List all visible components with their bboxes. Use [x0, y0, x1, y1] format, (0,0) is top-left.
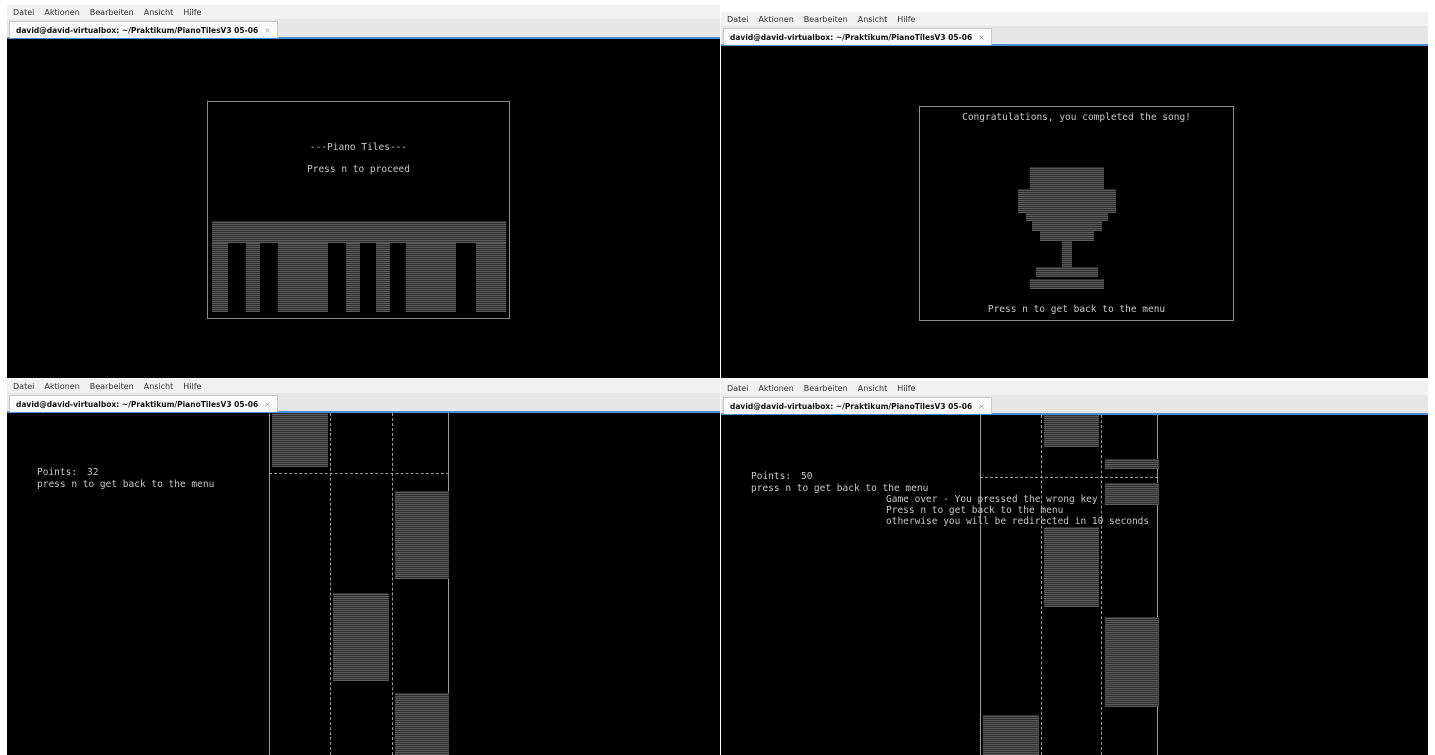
piano-tile: [395, 491, 449, 579]
piano-key: [212, 243, 228, 312]
hit-line: [269, 473, 449, 474]
terminal-area[interactable]: Points: 50 press n to get back to the me…: [721, 415, 1428, 755]
terminal-area[interactable]: ---Piano Tiles--- Press n to proceed: [7, 39, 720, 378]
points-value: 32: [87, 467, 99, 478]
trophy-stem: [1062, 241, 1072, 267]
menu-hint: press n to get back to the menu: [751, 483, 929, 494]
piano-key: [346, 243, 360, 312]
tab-title: david@david-virtualbox: ~/Praktikum/Pian…: [16, 25, 259, 35]
game-over-message: Game over - You pressed the wrong key: [886, 494, 1098, 505]
terminal-tab[interactable]: david@david-virtualbox: ~/Praktikum/Pian…: [723, 28, 992, 45]
menu-hilfe[interactable]: Hilfe: [183, 8, 201, 17]
back-to-menu-prompt: Press n to get back to the menu: [886, 505, 1064, 516]
trophy-cup: [1026, 193, 1108, 221]
menu-bearbeiten[interactable]: Bearbeiten: [90, 8, 134, 17]
proceed-prompt: Press n to proceed: [307, 164, 410, 175]
tab-title: david@david-virtualbox: ~/Praktikum/Pian…: [730, 401, 973, 411]
terminal-tab[interactable]: david@david-virtualbox: ~/Praktikum/Pian…: [723, 397, 992, 414]
terminal-tab[interactable]: david@david-virtualbox: ~/Praktikum/Pian…: [9, 395, 278, 412]
lane-divider: [1101, 415, 1102, 755]
menu-ansicht[interactable]: Ansicht: [858, 15, 888, 24]
menu-bearbeiten[interactable]: Bearbeiten: [804, 15, 848, 24]
piano-tile: [1105, 617, 1159, 707]
trophy-base: [1030, 279, 1104, 289]
game-title: ---Piano Tiles---: [309, 142, 408, 153]
menu-aktionen[interactable]: Aktionen: [44, 382, 79, 391]
piano-key: [406, 243, 456, 312]
piano-tile: [333, 593, 389, 681]
menu-bearbeiten[interactable]: Bearbeiten: [804, 384, 848, 393]
piano-tile: [395, 693, 449, 755]
trophy-handle-left: [1018, 197, 1026, 213]
terminal-tab[interactable]: david@david-virtualbox: ~/Praktikum/Pian…: [9, 21, 278, 38]
piano-tile: [272, 413, 328, 467]
piano-tile: [1044, 527, 1099, 607]
menu-ansicht[interactable]: Ansicht: [144, 8, 174, 17]
terminal-area[interactable]: Congratulations, you completed the song!…: [721, 46, 1428, 378]
lane-divider: [330, 413, 331, 755]
menu-frame: ---Piano Tiles--- Press n to proceed: [207, 101, 510, 319]
menu-bearbeiten[interactable]: Bearbeiten: [90, 382, 134, 391]
tab-title: david@david-virtualbox: ~/Praktikum/Pian…: [730, 32, 973, 42]
tab-bar: david@david-virtualbox: ~/Praktikum/Pian…: [721, 26, 1428, 46]
menu-bar: Datei Aktionen Bearbeiten Ansicht Hilfe: [721, 381, 1428, 395]
close-icon[interactable]: ×: [978, 402, 985, 411]
redirect-countdown: otherwise you will be redirected in 10 s…: [886, 516, 1150, 527]
menu-datei[interactable]: Datei: [13, 8, 34, 17]
menu-hilfe[interactable]: Hilfe: [183, 382, 201, 391]
piano-key: [476, 243, 506, 312]
trophy-cup: [1032, 221, 1102, 231]
terminal-window-win-screen: Datei Aktionen Bearbeiten Ansicht Hilfe …: [721, 12, 1428, 378]
hit-line: [980, 477, 1158, 478]
piano-tile: [1105, 483, 1159, 505]
close-icon[interactable]: ×: [264, 400, 271, 409]
win-frame: Congratulations, you completed the song!…: [919, 106, 1234, 321]
piano-tile: [1044, 415, 1099, 447]
lane-divider: [1041, 415, 1042, 755]
menu-datei[interactable]: Datei: [727, 384, 748, 393]
close-icon[interactable]: ×: [264, 26, 271, 35]
piano-key: [278, 243, 328, 312]
tab-bar: david@david-virtualbox: ~/Praktikum/Pian…: [7, 393, 720, 413]
congratulations-message: Congratulations, you completed the song!: [962, 112, 1191, 123]
menu-datei[interactable]: Datei: [727, 15, 748, 24]
trophy-handle-right: [1108, 197, 1116, 213]
tab-bar: david@david-virtualbox: ~/Praktikum/Pian…: [7, 19, 720, 39]
menu-bar: Datei Aktionen Bearbeiten Ansicht Hilfe: [7, 379, 720, 393]
menu-aktionen[interactable]: Aktionen: [758, 384, 793, 393]
piano-tile: [1105, 459, 1159, 469]
menu-hilfe[interactable]: Hilfe: [897, 15, 915, 24]
trophy-cup: [1040, 231, 1094, 241]
points-label: Points:: [751, 471, 792, 482]
piano-tile: [983, 715, 1039, 755]
terminal-window-title-screen: Datei Aktionen Bearbeiten Ansicht Hilfe …: [7, 5, 720, 378]
trophy-icon: [1030, 167, 1104, 193]
menu-hint: press n to get back to the menu: [37, 479, 215, 490]
points-label: Points:: [37, 467, 78, 478]
lane-divider: [392, 413, 393, 755]
tab-bar: david@david-virtualbox: ~/Praktikum/Pian…: [721, 395, 1428, 415]
menu-hilfe[interactable]: Hilfe: [897, 384, 915, 393]
close-icon[interactable]: ×: [978, 33, 985, 42]
menu-datei[interactable]: Datei: [13, 382, 34, 391]
lane-border: [269, 413, 270, 755]
piano-keyboard-top: [212, 221, 506, 243]
piano-key: [376, 243, 390, 312]
terminal-area[interactable]: Points: 32 press n to get back to the me…: [7, 413, 720, 755]
piano-key: [246, 243, 260, 312]
trophy-base: [1036, 267, 1098, 277]
lane-border: [980, 415, 981, 755]
menu-aktionen[interactable]: Aktionen: [44, 8, 79, 17]
menu-bar: Datei Aktionen Bearbeiten Ansicht Hilfe: [7, 5, 720, 19]
menu-ansicht[interactable]: Ansicht: [858, 384, 888, 393]
menu-ansicht[interactable]: Ansicht: [144, 382, 174, 391]
menu-bar: Datei Aktionen Bearbeiten Ansicht Hilfe: [721, 12, 1428, 26]
menu-aktionen[interactable]: Aktionen: [758, 15, 793, 24]
terminal-window-gameplay: Datei Aktionen Bearbeiten Ansicht Hilfe …: [7, 379, 720, 755]
terminal-window-game-over: Datei Aktionen Bearbeiten Ansicht Hilfe …: [721, 381, 1428, 755]
points-value: 50: [801, 471, 813, 482]
tab-title: david@david-virtualbox: ~/Praktikum/Pian…: [16, 399, 259, 409]
back-to-menu-prompt: Press n to get back to the menu: [987, 304, 1166, 315]
